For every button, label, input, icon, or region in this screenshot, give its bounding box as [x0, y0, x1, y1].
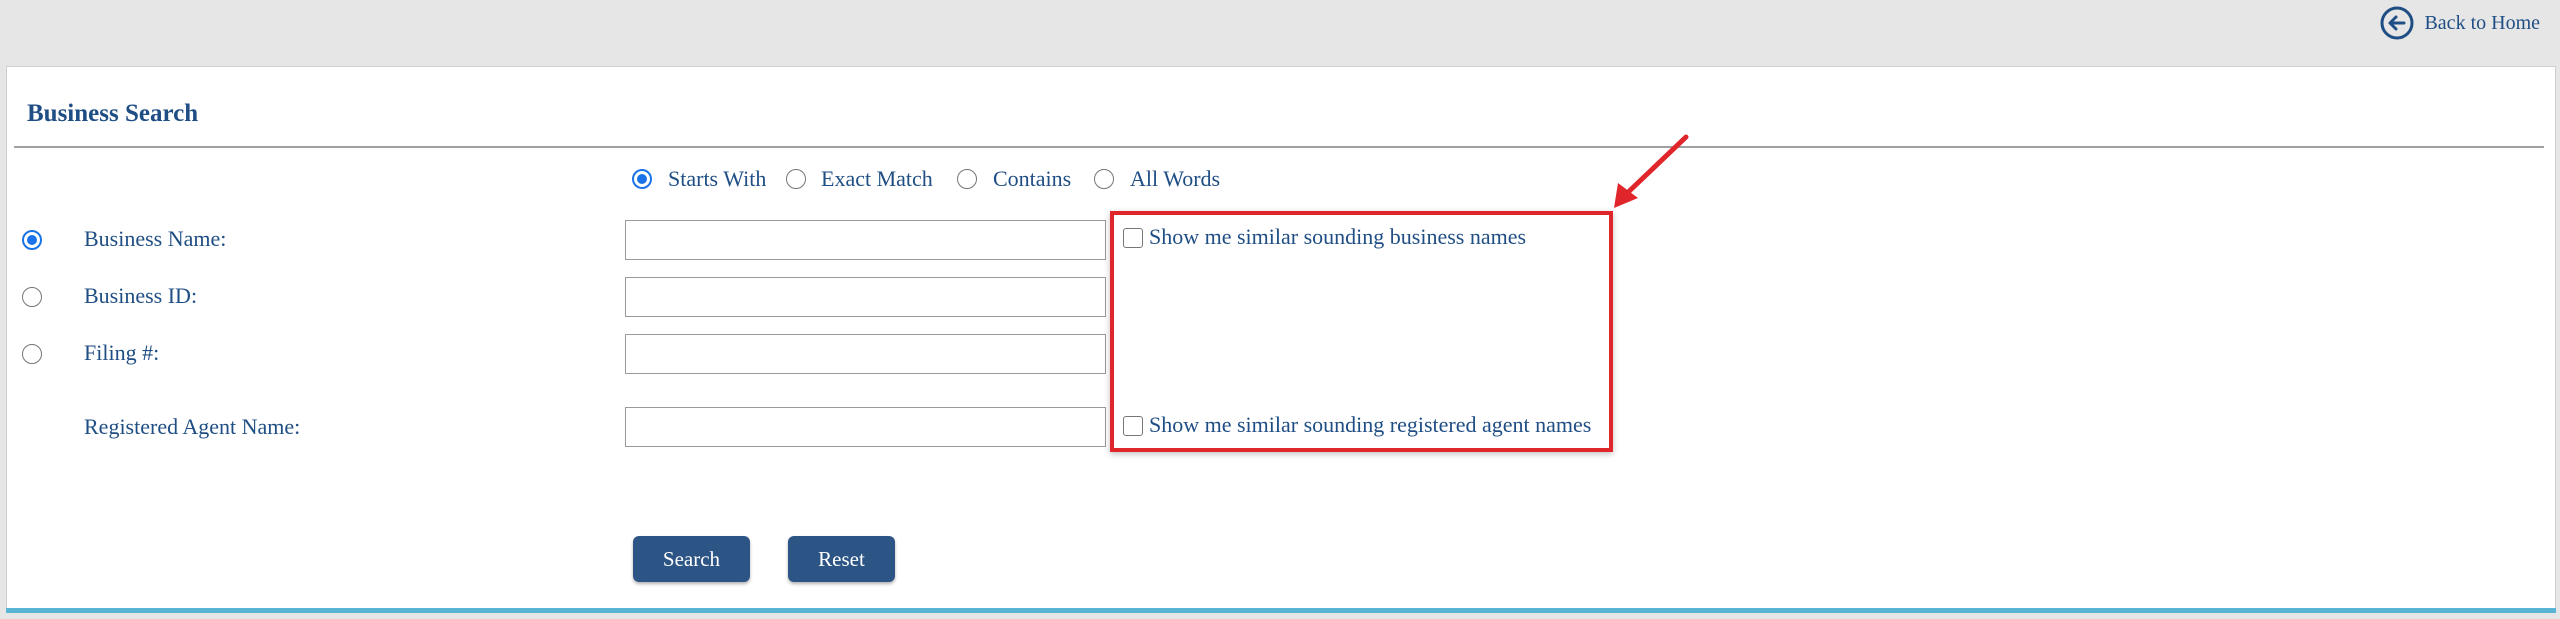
- label-exact-match: Exact Match: [821, 166, 933, 191]
- label-all-words: All Words: [1130, 166, 1221, 191]
- arrow-left-circle-icon: [2380, 6, 2414, 40]
- back-to-home-label: Back to Home: [2424, 11, 2540, 34]
- back-to-home-link[interactable]: Back to Home: [2380, 0, 2540, 46]
- label-contains: Contains: [993, 166, 1072, 191]
- reset-button[interactable]: Reset: [788, 536, 895, 582]
- radio-exact-match[interactable]: [786, 169, 806, 189]
- top-bar: Back to Home: [0, 0, 2560, 66]
- filing-number-input[interactable]: [625, 334, 1106, 374]
- registered-agent-label: Registered Agent Name:: [84, 414, 301, 439]
- radio-starts-with[interactable]: [632, 169, 652, 189]
- page-title: Business Search: [27, 100, 199, 127]
- annotation-arrow-icon: [1614, 134, 1689, 208]
- search-button[interactable]: Search: [633, 536, 750, 582]
- business-name-label: Business Name:: [84, 226, 227, 251]
- business-id-label: Business ID:: [84, 283, 198, 308]
- panel-bottom-border: [6, 608, 2556, 613]
- registered-agent-input[interactable]: [625, 407, 1106, 447]
- filing-number-label: Filing #:: [84, 340, 160, 365]
- radio-filing-number[interactable]: [22, 344, 42, 364]
- highlight-box: [1110, 211, 1613, 452]
- business-id-input[interactable]: [625, 277, 1106, 317]
- radio-all-words[interactable]: [1094, 169, 1114, 189]
- radio-business-name[interactable]: [22, 230, 42, 250]
- radio-business-id[interactable]: [22, 287, 42, 307]
- business-name-input[interactable]: [625, 220, 1106, 260]
- title-divider: [14, 146, 2544, 148]
- radio-contains[interactable]: [957, 169, 977, 189]
- label-starts-with: Starts With: [668, 166, 767, 191]
